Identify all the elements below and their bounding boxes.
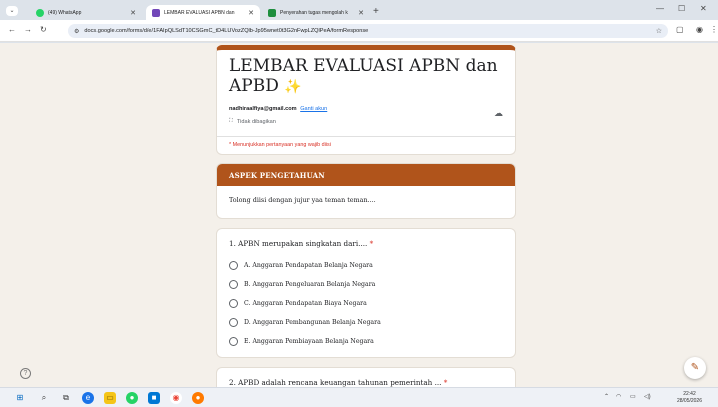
- required-asterisk: *: [443, 378, 448, 387]
- form-page: LEMBAR EVALUASI APBN dan APBD ✨ nadhiraa…: [0, 43, 718, 387]
- close-icon[interactable]: ✕: [130, 9, 136, 17]
- menu-icon[interactable]: ⋮: [710, 25, 718, 34]
- tab-title: (49) WhatsApp: [48, 9, 82, 16]
- option-c[interactable]: C. Anggaran Pendapatan Biaya Negara: [229, 299, 367, 308]
- app-icon[interactable]: ●: [192, 392, 204, 404]
- option-d[interactable]: D. Anggaran Pembangunan Belanja Negara: [229, 318, 381, 327]
- new-tab-button[interactable]: +: [373, 6, 379, 17]
- windows-start-icon[interactable]: ⊞: [14, 392, 26, 404]
- option-e[interactable]: E. Anggaran Pembiayaan Belanja Negara: [229, 337, 374, 346]
- volume-icon[interactable]: ◁): [644, 393, 651, 400]
- radio-button[interactable]: [229, 280, 238, 289]
- tab-title: LEMBAR EVALUASI APBN dan: [164, 9, 235, 16]
- url-text: docs.google.com/forms/d/e/1FAIpQLSdT10CS…: [84, 28, 369, 34]
- close-icon[interactable]: ✕: [248, 9, 254, 17]
- back-icon[interactable]: ←: [8, 25, 16, 34]
- minimize-icon[interactable]: —: [656, 4, 664, 13]
- address-bar[interactable]: ⚙ docs.google.com/forms/d/e/1FAIpQLSdT10…: [68, 24, 668, 38]
- help-icon[interactable]: ?: [20, 368, 31, 379]
- cloud-saved-icon[interactable]: ☁: [494, 108, 503, 119]
- question-title: 1. APBN merupakan singkatan dari.... *: [229, 239, 374, 248]
- account-email: nadhiraalfiya@gmail.com: [229, 106, 297, 112]
- section-card: ASPEK PENGETAHUAN Tolong diisi dengan ju…: [216, 163, 516, 219]
- whatsapp-taskbar-icon[interactable]: ●: [126, 392, 138, 404]
- tab-whatsapp[interactable]: (49) WhatsApp ✕: [30, 5, 142, 20]
- question-title: 2. APBD adalah rencana keuangan tahunan …: [229, 378, 448, 387]
- option-a[interactable]: A. Anggaran Pendapatan Belanja Negara: [229, 261, 373, 270]
- browser-tab-bar: ⌄ (49) WhatsApp ✕ LEMBAR EVALUASI APBN d…: [0, 0, 718, 20]
- task-view-icon[interactable]: ⧉: [60, 392, 72, 404]
- window-close-icon[interactable]: ✕: [700, 4, 707, 13]
- taskbar: ⊞ ⌕ ⧉ e ▭ ● ■ ◉ ● ⌃ ◠ ▭ ◁) 22:42 28/05/2…: [0, 387, 718, 407]
- reload-icon[interactable]: ↻: [40, 25, 47, 34]
- wifi-icon[interactable]: ◠: [616, 393, 621, 400]
- tab-classroom[interactable]: Penyerahan tugas mengolah k ✕: [262, 5, 370, 20]
- classroom-icon: [268, 8, 276, 17]
- google-forms-icon: [152, 8, 160, 17]
- question-card-2: 2. APBD adalah rencana keuangan tahunan …: [216, 367, 516, 387]
- edge-icon[interactable]: e: [82, 392, 94, 404]
- edit-pencil-icon[interactable]: ✎: [684, 357, 706, 379]
- battery-icon[interactable]: ▭: [630, 393, 636, 400]
- tab-title: Penyerahan tugas mengolah k: [280, 9, 348, 16]
- switch-account-link[interactable]: Ganti akun: [300, 106, 327, 112]
- close-icon[interactable]: ✕: [358, 9, 364, 17]
- store-icon[interactable]: ■: [148, 392, 160, 404]
- forward-icon[interactable]: →: [24, 25, 32, 34]
- radio-button[interactable]: [229, 337, 238, 346]
- bookmark-star-icon[interactable]: ☆: [656, 27, 662, 35]
- section-description: Tolong diisi dengan jujur yaa teman tema…: [229, 196, 376, 204]
- not-shared-status: ⛶ Tidak dibagikan: [229, 118, 276, 125]
- required-note: * Menunjukkan pertanyaan yang wajib diis…: [229, 142, 331, 148]
- account-line: nadhiraalfiya@gmail.com Ganti akun: [229, 106, 327, 112]
- whatsapp-icon: [36, 8, 44, 17]
- tray-chevron-icon[interactable]: ⌃: [604, 393, 609, 400]
- tab-search-button[interactable]: ⌄: [6, 6, 18, 16]
- required-asterisk: *: [369, 239, 374, 248]
- tab-google-form[interactable]: LEMBAR EVALUASI APBN dan ✕: [146, 5, 260, 20]
- chrome-icon[interactable]: ◉: [170, 392, 182, 404]
- extensions-icon[interactable]: ▢: [676, 25, 684, 34]
- clock[interactable]: 22:42 28/05/2026: [677, 391, 702, 405]
- radio-button[interactable]: [229, 299, 238, 308]
- sparkle-icon: ✨: [284, 79, 302, 95]
- site-info-icon[interactable]: ⚙: [74, 28, 79, 35]
- search-icon[interactable]: ⌕: [38, 392, 50, 404]
- question-card-1: 1. APBN merupakan singkatan dari.... * A…: [216, 228, 516, 358]
- maximize-icon[interactable]: ☐: [678, 4, 685, 13]
- profile-icon[interactable]: ◉: [696, 25, 703, 34]
- radio-button[interactable]: [229, 261, 238, 270]
- form-title: LEMBAR EVALUASI APBN dan APBD ✨: [229, 56, 498, 96]
- radio-button[interactable]: [229, 318, 238, 327]
- not-shared-icon: ⛶: [229, 118, 233, 124]
- divider: [217, 136, 515, 137]
- option-b[interactable]: B. Anggaran Pengeluaran Belanja Negara: [229, 280, 375, 289]
- section-title: ASPEK PENGETAHUAN: [217, 164, 515, 186]
- browser-toolbar: ← → ↻ ⚙ docs.google.com/forms/d/e/1FAIpQ…: [0, 20, 718, 42]
- file-explorer-icon[interactable]: ▭: [104, 392, 116, 404]
- form-header-card: LEMBAR EVALUASI APBN dan APBD ✨ nadhiraa…: [216, 45, 516, 155]
